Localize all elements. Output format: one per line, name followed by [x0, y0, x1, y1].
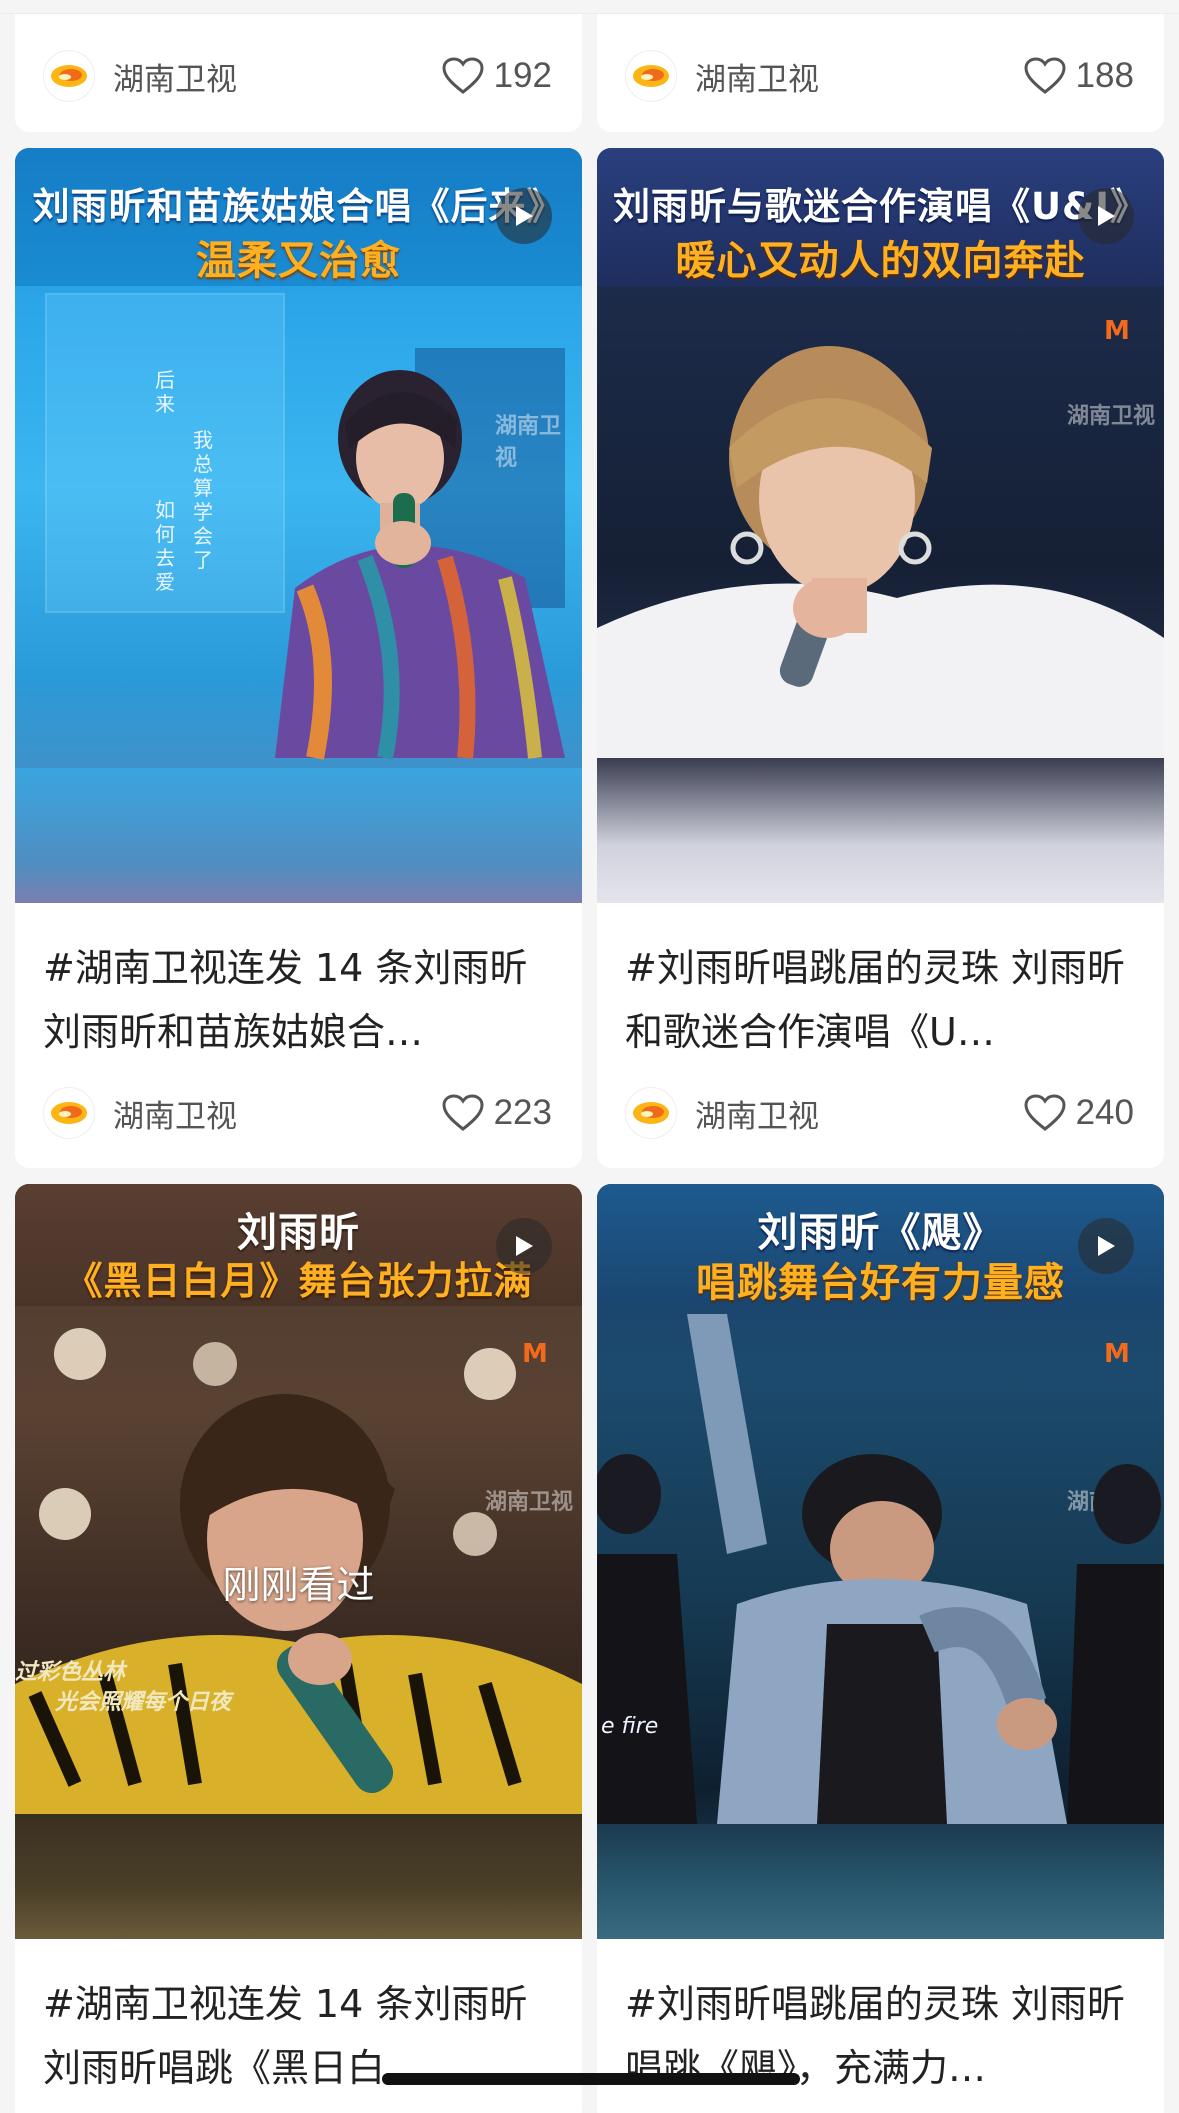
- video-thumbnail[interactable]: 刘雨昕与歌迷合作演唱《U&I》 暖心又动人的双向奔赴 M 湖南卫视: [597, 148, 1164, 903]
- like-button[interactable]: 192: [442, 56, 552, 96]
- like-count: 188: [1075, 56, 1134, 95]
- feed-card-partial[interactable]: 湖南卫视 188: [597, 14, 1164, 132]
- thumb-title-line2: 温柔又治愈: [196, 238, 401, 284]
- thumb-title-line2: 唱跳舞台好有力量感: [696, 1260, 1065, 1306]
- card-title[interactable]: #刘雨昕唱跳届的灵珠 刘雨昕和歌迷合作演唱《U…: [625, 936, 1136, 1064]
- thumb-bottom-blur: [597, 1824, 1164, 1939]
- thumb-title-line2: 《黑日白月》舞台张力拉满: [64, 1259, 533, 1303]
- author-name[interactable]: 湖南卫视: [695, 54, 1024, 99]
- heart-icon: [1024, 1094, 1066, 1131]
- channel-logo-icon[interactable]: [625, 1087, 677, 1139]
- home-indicator[interactable]: [382, 2073, 800, 2085]
- lyric-caption: 我总算学会了: [193, 428, 213, 572]
- thumb-bottom-blur: [15, 1814, 582, 1939]
- card-footer: 湖南卫视 188: [597, 36, 1164, 116]
- like-button[interactable]: 223: [442, 1093, 552, 1133]
- card-title[interactable]: #湖南卫视连发 14 条刘雨昕 刘雨昕和苗族姑娘合…: [43, 936, 554, 1064]
- heart-icon: [442, 57, 484, 94]
- performer-figure: [597, 1314, 1164, 1824]
- video-thumbnail[interactable]: 刘雨昕和苗族姑娘合唱《后来》 温柔又治愈 后来 我总算学会了 如何 去爱 湖南卫…: [15, 148, 582, 903]
- feed-card[interactable]: 刘雨昕与歌迷合作演唱《U&I》 暖心又动人的双向奔赴 M 湖南卫视 #刘雨昕唱跳…: [597, 148, 1164, 1168]
- recently-watched-label: 刚刚看过: [222, 1563, 375, 1607]
- author-name[interactable]: 湖南卫视: [113, 54, 442, 99]
- heart-icon: [1024, 57, 1066, 94]
- like-count: 240: [1075, 1093, 1134, 1132]
- feed-card-partial[interactable]: 湖南卫视 192: [15, 14, 582, 132]
- like-button[interactable]: 240: [1024, 1093, 1134, 1133]
- video-thumbnail[interactable]: 刘雨昕《飓》 唱跳舞台好有力量感 M 湖南卫视 e fire: [597, 1184, 1164, 1939]
- play-icon[interactable]: [496, 188, 552, 244]
- video-thumbnail[interactable]: 刘雨昕 《黑日白月》舞台张力拉满 M 湖南卫视 刚刚看过 过彩色丛林 光会照耀每…: [15, 1184, 582, 1939]
- thumb-bottom-blur: [597, 758, 1164, 903]
- play-icon[interactable]: [496, 1218, 552, 1274]
- channel-logo-icon[interactable]: [43, 50, 95, 102]
- lyric-caption: 后来: [155, 368, 175, 416]
- feed-card[interactable]: 刘雨昕《飓》 唱跳舞台好有力量感 M 湖南卫视 e fire: [597, 1184, 1164, 2113]
- card-footer: 湖南卫视 240: [597, 1073, 1164, 1153]
- thumb-bottom-blur: [15, 768, 582, 903]
- play-icon[interactable]: [1078, 1218, 1134, 1274]
- like-count: 223: [493, 1093, 552, 1132]
- lyric-caption: 如何 去爱: [155, 498, 195, 594]
- heart-icon: [442, 1094, 484, 1131]
- lyric-caption: e fire: [601, 1714, 659, 1739]
- card-footer: 湖南卫视 192: [15, 36, 582, 116]
- channel-logo-icon[interactable]: [625, 50, 677, 102]
- play-icon[interactable]: [1078, 188, 1134, 244]
- feed-card[interactable]: 刘雨昕 《黑日白月》舞台张力拉满 M 湖南卫视 刚刚看过 过彩色丛林 光会照耀每…: [15, 1184, 582, 2113]
- performer-figure: [597, 346, 1164, 768]
- like-button[interactable]: 188: [1024, 56, 1134, 96]
- video-feed: 湖南卫视 192 湖南卫视 188 刘雨昕和苗族姑娘合唱《后来》 温柔又治愈 后…: [0, 0, 1179, 2113]
- lyric-caption: 过彩色丛林: [15, 1660, 126, 1685]
- author-name[interactable]: 湖南卫视: [113, 1091, 442, 1136]
- like-count: 192: [493, 56, 552, 95]
- feed-card[interactable]: 刘雨昕和苗族姑娘合唱《后来》 温柔又治愈 后来 我总算学会了 如何 去爱 湖南卫…: [15, 148, 582, 1168]
- top-divider: [0, 0, 1179, 14]
- channel-logo-icon[interactable]: [43, 1087, 95, 1139]
- card-footer: 湖南卫视 223: [15, 1073, 582, 1153]
- thumb-title-line2: 暖心又动人的双向奔赴: [675, 238, 1086, 284]
- author-name[interactable]: 湖南卫视: [695, 1091, 1024, 1136]
- lyric-caption: 光会照耀每个日夜: [55, 1690, 232, 1715]
